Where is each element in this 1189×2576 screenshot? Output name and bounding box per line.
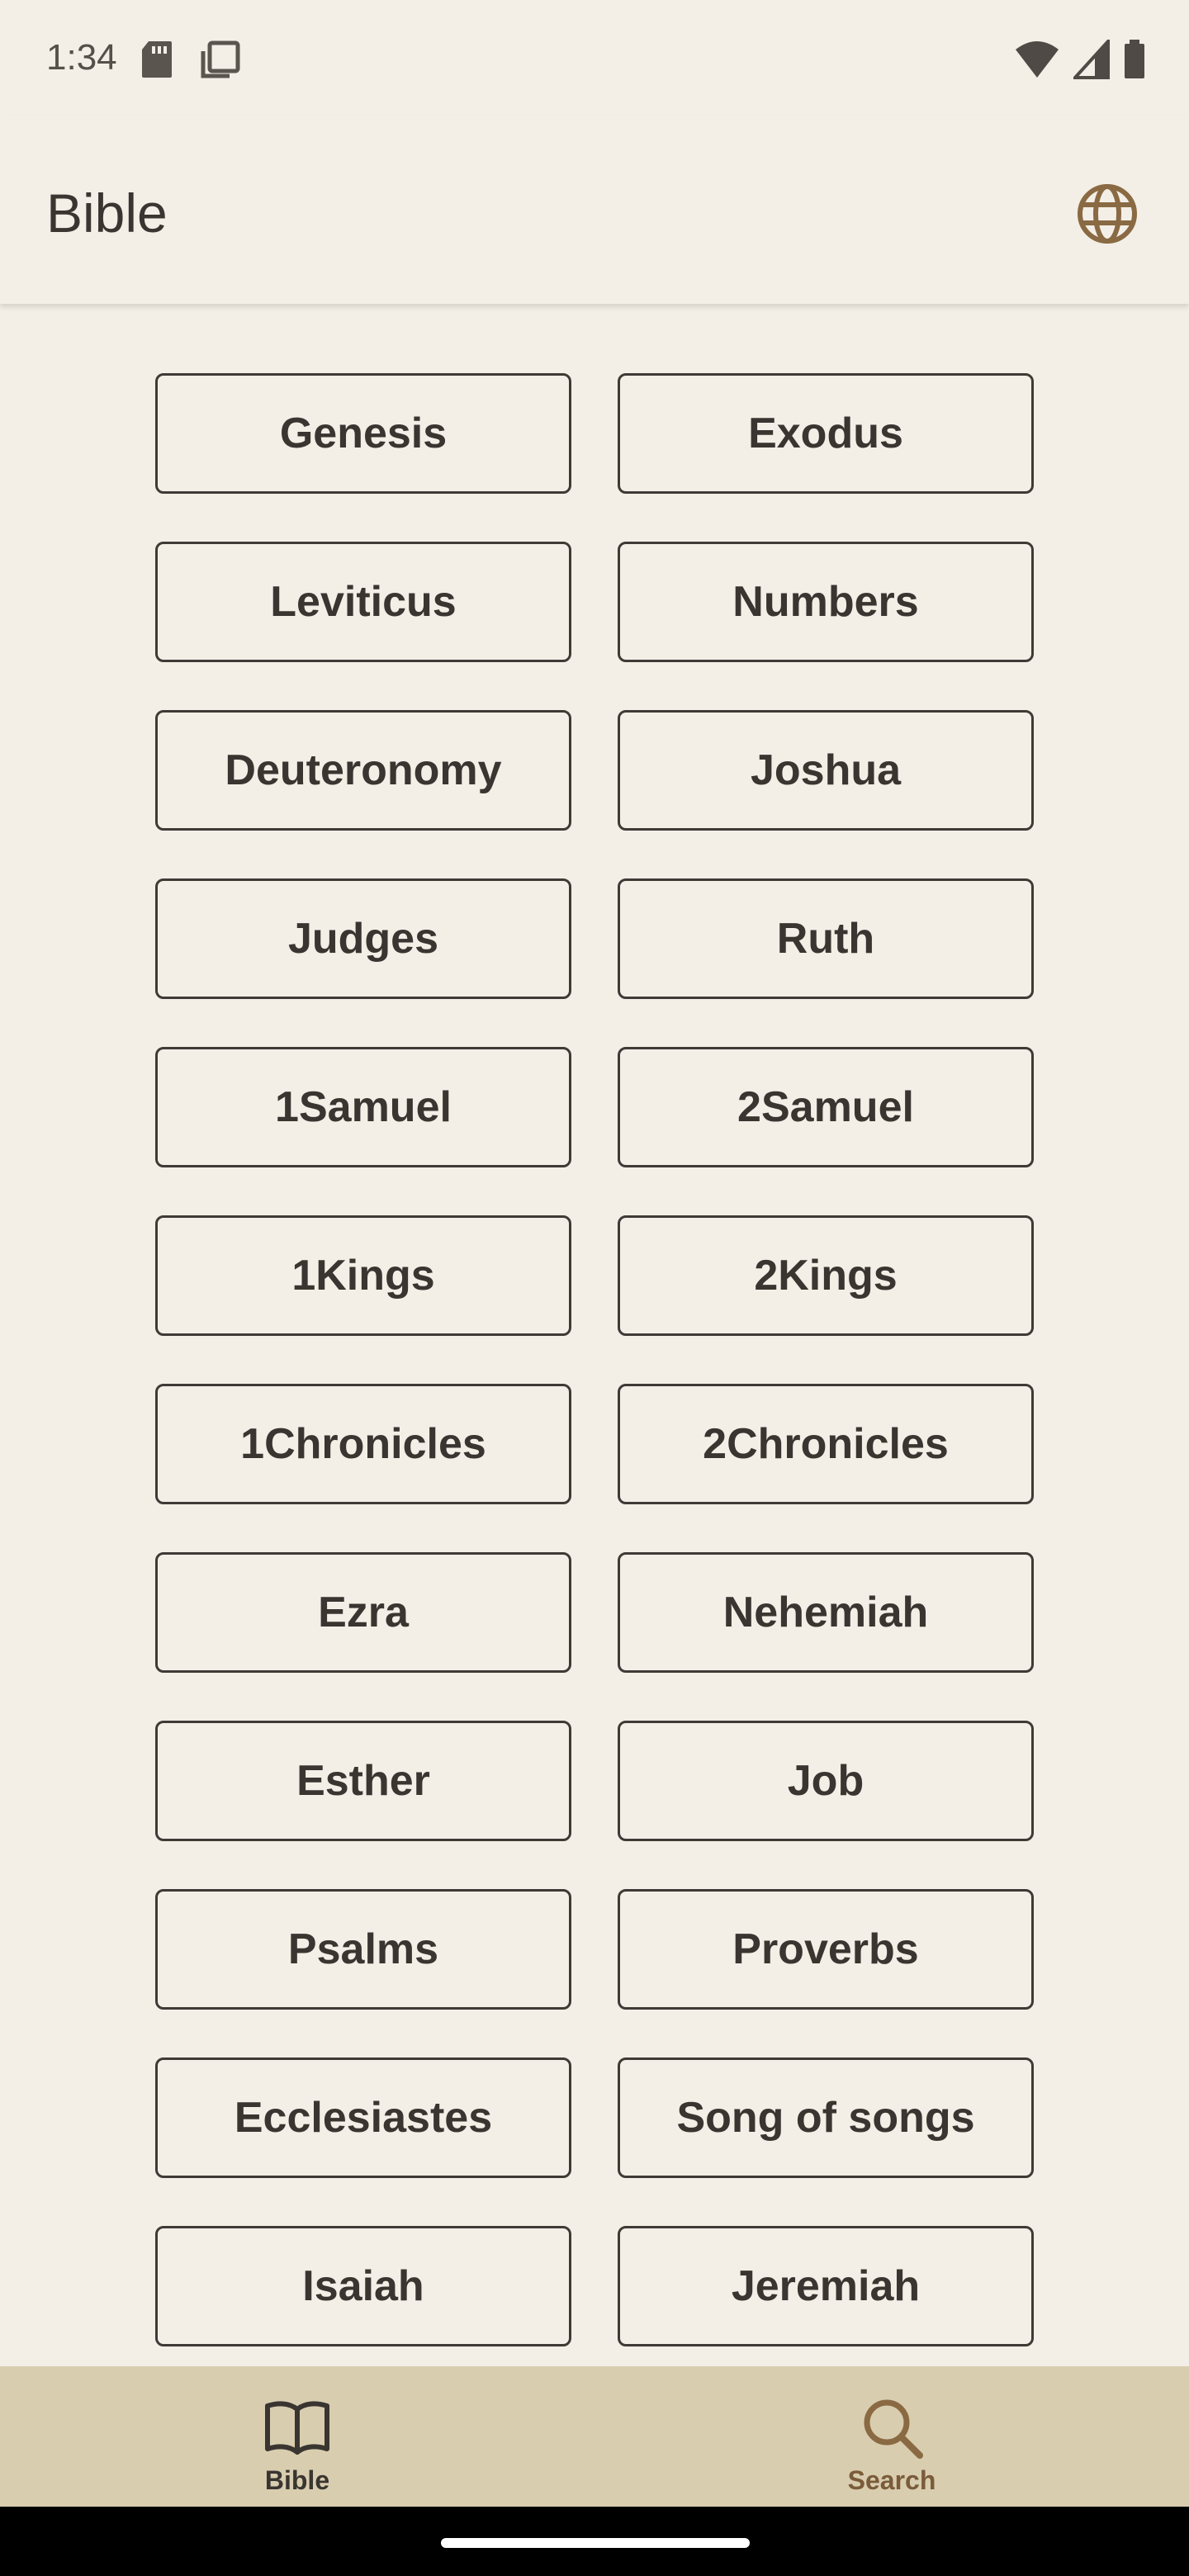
- nav-item-search[interactable]: Search: [594, 2366, 1189, 2507]
- page-title: Bible: [46, 182, 168, 244]
- battery-icon: [1125, 40, 1144, 78]
- nav-label-bible: Bible: [264, 2465, 330, 2495]
- book-button-1samuel[interactable]: 1Samuel: [155, 1047, 571, 1167]
- nav-label-search: Search: [847, 2465, 936, 2495]
- book-button-2chronicles[interactable]: 2Chronicles: [618, 1384, 1034, 1504]
- status-bar: 1:34: [0, 0, 1189, 116]
- sd-card-icon: [142, 41, 172, 78]
- signal-icon: [1073, 40, 1110, 79]
- nav-item-bible[interactable]: Bible: [0, 2366, 594, 2507]
- book-button-2samuel[interactable]: 2Samuel: [618, 1047, 1034, 1167]
- wifi-icon: [1016, 41, 1059, 78]
- book-grid: Genesis Exodus Leviticus Numbers Deutero…: [155, 373, 1034, 2346]
- book-button-nehemiah[interactable]: Nehemiah: [618, 1552, 1034, 1673]
- book-button-1chronicles[interactable]: 1Chronicles: [155, 1384, 571, 1504]
- status-time: 1:34: [46, 37, 117, 78]
- system-navigation-bar: [0, 2507, 1189, 2576]
- book-button-deuteronomy[interactable]: Deuteronomy: [155, 710, 571, 831]
- book-button-numbers[interactable]: Numbers: [618, 542, 1034, 662]
- book-button-ecclesiastes[interactable]: Ecclesiastes: [155, 2057, 571, 2178]
- book-button-song-of-songs[interactable]: Song of songs: [618, 2057, 1034, 2178]
- language-button[interactable]: [1070, 177, 1144, 251]
- book-button-ezra[interactable]: Ezra: [155, 1552, 571, 1673]
- app-bar: Bible: [0, 116, 1189, 304]
- gesture-handle[interactable]: [441, 2538, 750, 2548]
- open-book-icon: [265, 2401, 329, 2455]
- book-button-psalms[interactable]: Psalms: [155, 1889, 571, 2010]
- book-button-isaiah[interactable]: Isaiah: [155, 2226, 571, 2346]
- book-button-leviticus[interactable]: Leviticus: [155, 542, 571, 662]
- book-button-1kings[interactable]: 1Kings: [155, 1215, 571, 1336]
- book-button-exodus[interactable]: Exodus: [618, 373, 1034, 494]
- book-button-job[interactable]: Job: [618, 1721, 1034, 1841]
- book-button-ruth[interactable]: Ruth: [618, 878, 1034, 999]
- globe-icon: [1078, 184, 1137, 244]
- book-button-genesis[interactable]: Genesis: [155, 373, 571, 494]
- book-button-2kings[interactable]: 2Kings: [618, 1215, 1034, 1336]
- book-button-judges[interactable]: Judges: [155, 878, 571, 999]
- search-icon: [864, 2399, 923, 2459]
- book-button-jeremiah[interactable]: Jeremiah: [618, 2226, 1034, 2346]
- book-button-esther[interactable]: Esther: [155, 1721, 571, 1841]
- bottom-navigation: Bible Search: [0, 2366, 1189, 2507]
- status-icons: [1014, 38, 1146, 81]
- book-button-joshua[interactable]: Joshua: [618, 710, 1034, 831]
- book-button-proverbs[interactable]: Proverbs: [618, 1889, 1034, 2010]
- screenshot-icon: [201, 40, 240, 78]
